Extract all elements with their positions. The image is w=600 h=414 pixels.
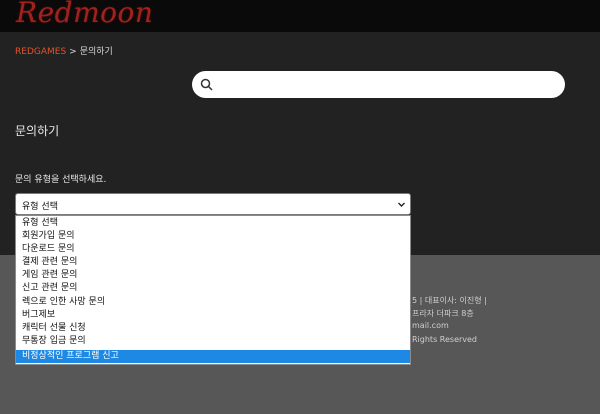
inquiry-option[interactable]: 신고 관련 문의 [16, 282, 410, 295]
inquiry-option[interactable]: 결제 관련 문의 [16, 256, 410, 269]
footer-company-info: 5 | 대표이사: 이진형 | [412, 296, 487, 305]
inquiry-option[interactable]: 렉으로 인한 사망 문의 [16, 296, 410, 309]
footer-email: mail.com [412, 321, 449, 330]
inquiry-type-dropdown-list: 유형 선택 회원가입 문의 다운로드 문의 결제 관련 문의 게임 관련 문의 … [15, 215, 411, 365]
inquiry-option[interactable]: 버그제보 [16, 309, 410, 322]
breadcrumb: REDGAMES > 문의하기 [15, 44, 113, 57]
footer-copyright: Rights Reserved [412, 335, 478, 344]
breadcrumb-separator: > [69, 47, 77, 57]
breadcrumb-current: 문의하기 [79, 47, 113, 57]
search-box[interactable] [192, 71, 565, 98]
inquiry-option[interactable]: 회원가입 문의 [16, 230, 410, 243]
inquiry-option[interactable]: 게임 관련 문의 [16, 269, 410, 282]
footer-address: 프라자 더파크 8층 [412, 309, 474, 318]
top-bar: Redmoon [0, 0, 600, 32]
inquiry-option[interactable]: 유형 선택 [16, 217, 410, 230]
inquiry-option-highlighted[interactable]: 비정상적인 프로그램 신고 [16, 350, 410, 363]
page-title: 문의하기 [15, 124, 60, 138]
search-input[interactable] [218, 75, 552, 96]
inquiry-option[interactable]: 다운로드 문의 [16, 243, 410, 256]
search-icon[interactable] [200, 78, 213, 91]
inquiry-type-prompt: 문의 유형을 선택하세요. [15, 175, 107, 185]
breadcrumb-home-link[interactable]: REDGAMES [15, 47, 66, 57]
chevron-down-icon [398, 202, 405, 207]
redmoon-logo[interactable]: Redmoon [16, 0, 153, 29]
inquiry-type-selected-value: 유형 선택 [22, 202, 58, 212]
inquiry-option[interactable]: 무통장 입금 문의 [16, 335, 410, 348]
inquiry-option[interactable]: 캐릭터 선물 신청 [16, 322, 410, 335]
inquiry-type-select[interactable]: 유형 선택 [15, 193, 411, 215]
